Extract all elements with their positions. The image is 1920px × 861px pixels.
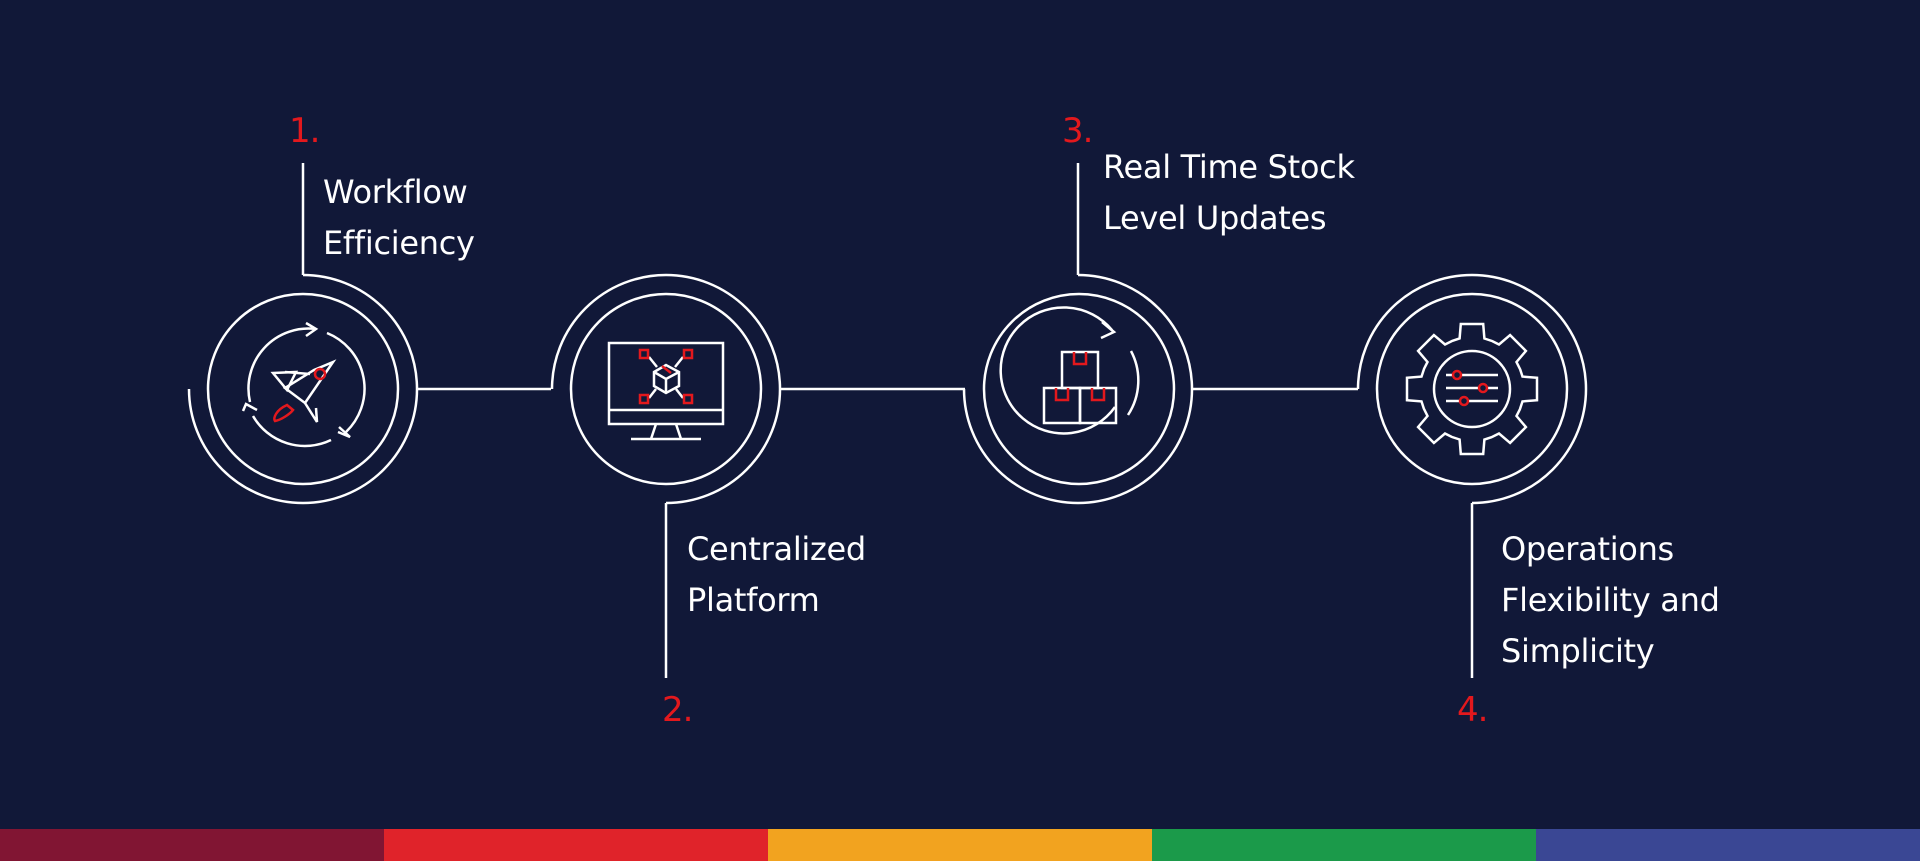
monitor-network-icon (607, 341, 725, 441)
rocket-cycle-icon (241, 321, 366, 448)
footer-segment-green (1152, 829, 1536, 861)
process-diagram (187, 163, 1588, 678)
step-1-inner-circle (206, 292, 400, 486)
step-4-number: 4. (1457, 690, 1488, 730)
step-4-label-line: Operations (1501, 530, 1674, 568)
footer-segment-red (384, 829, 768, 861)
step-3-number: 3. (1062, 111, 1093, 151)
step-1-label-line: Workflow (323, 173, 468, 211)
step-1-label: Workflow Efficiency (323, 167, 475, 269)
step-2-label: Centralized Platform (687, 524, 866, 626)
step-1-outer-arc (187, 273, 419, 505)
step-2-label-line: Centralized (687, 530, 866, 568)
step-3-label-line: Level Updates (1103, 199, 1327, 237)
footer-segment-blue (1536, 829, 1920, 861)
step-4-label-line: Simplicity (1501, 632, 1655, 670)
footer-segment-maroon (0, 829, 384, 861)
footer-segment-orange (768, 829, 1152, 861)
step-4-label: Operations Flexibility and Simplicity (1501, 524, 1720, 677)
step-1-number: 1. (289, 111, 320, 151)
step-1-label-line: Efficiency (323, 224, 475, 262)
step-3-label-line: Real Time Stock (1103, 148, 1355, 186)
step-3-label: Real Time Stock Level Updates (1103, 142, 1355, 244)
step-2-number: 2. (662, 690, 693, 730)
footer-color-bar (0, 829, 1920, 861)
gear-settings-icon (1405, 322, 1539, 456)
step-4-label-line: Flexibility and (1501, 581, 1720, 619)
stock-boxes-icon (999, 306, 1140, 435)
step-2-label-line: Platform (687, 581, 820, 619)
